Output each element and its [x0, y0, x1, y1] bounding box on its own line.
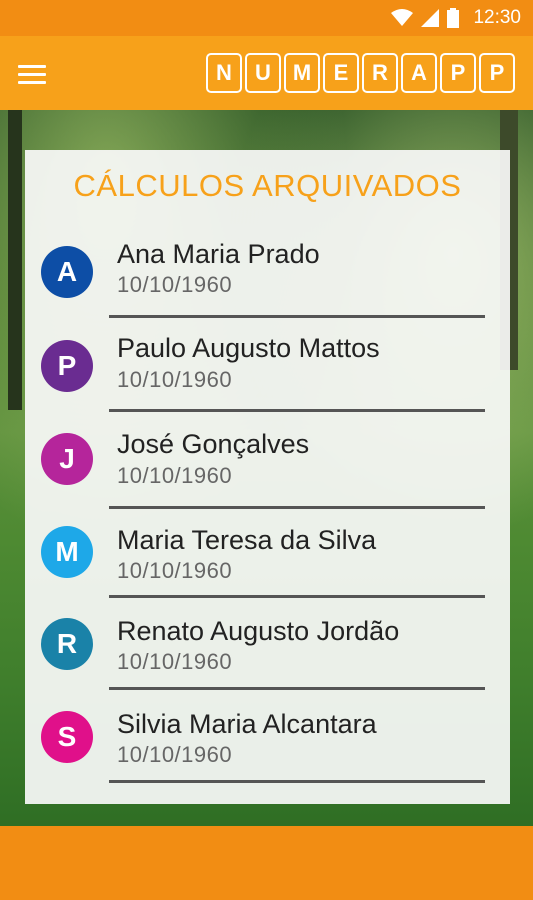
avatar: A: [41, 246, 93, 298]
avatar: R: [41, 618, 93, 670]
avatar: J: [41, 433, 93, 485]
wifi-icon: [391, 9, 414, 26]
birth-date: 10/10/1960: [117, 272, 233, 297]
person-name: Maria Teresa da Silva: [117, 525, 377, 555]
list-item[interactable]: A Ana Maria Prado 10/10/1960: [25, 230, 510, 322]
divider: [109, 780, 485, 783]
divider: [109, 315, 485, 318]
divider: [109, 409, 485, 412]
logo-letter: N: [206, 53, 242, 93]
birth-date: 10/10/1960: [117, 742, 233, 767]
logo-letter: U: [245, 53, 281, 93]
avatar: M: [41, 526, 93, 578]
logo-letter: M: [284, 53, 320, 93]
person-name: Renato Augusto Jordão: [117, 616, 400, 646]
divider: [109, 506, 485, 509]
app-logo: N U M E R A P P: [206, 53, 515, 93]
birth-date: 10/10/1960: [117, 558, 233, 583]
divider: [109, 687, 485, 690]
signal-icon: [421, 9, 440, 27]
person-name: José Gonçalves: [117, 429, 310, 459]
list-item[interactable]: S Silvia Maria Alcantara 10/10/1960: [25, 700, 510, 792]
list-item[interactable]: P Paulo Augusto Mattos 10/10/1960: [25, 325, 510, 417]
logo-letter: P: [479, 53, 515, 93]
divider: [109, 595, 485, 598]
person-name: Ana Maria Prado: [117, 239, 320, 269]
birth-date: 10/10/1960: [117, 649, 233, 674]
list-item[interactable]: R Renato Augusto Jordão 10/10/1960: [25, 607, 510, 699]
avatar: S: [41, 711, 93, 763]
bottom-bar: [0, 826, 533, 900]
status-time: 12:30: [473, 7, 521, 28]
archived-calculations-card: CÁLCULOS ARQUIVADOS A Ana Maria Prado 10…: [25, 150, 510, 804]
logo-letter: A: [401, 53, 437, 93]
battery-icon: [447, 8, 460, 28]
person-name: Paulo Augusto Mattos: [117, 333, 380, 363]
list-item[interactable]: M Maria Teresa da Silva 10/10/1960: [25, 516, 510, 608]
logo-letter: R: [362, 53, 398, 93]
birth-date: 10/10/1960: [117, 463, 233, 488]
app-bar: N U M E R A P P: [0, 36, 533, 110]
birth-date: 10/10/1960: [117, 367, 233, 392]
avatar: P: [41, 340, 93, 392]
logo-letter: P: [440, 53, 476, 93]
list-item[interactable]: J José Gonçalves 10/10/1960: [25, 420, 510, 512]
hamburger-menu-icon[interactable]: [12, 54, 52, 94]
tree-trunk: [8, 110, 22, 410]
logo-letter: E: [323, 53, 359, 93]
status-bar: 12:30: [0, 0, 533, 36]
page-title: CÁLCULOS ARQUIVADOS: [73, 168, 462, 203]
person-name: Silvia Maria Alcantara: [117, 709, 377, 739]
